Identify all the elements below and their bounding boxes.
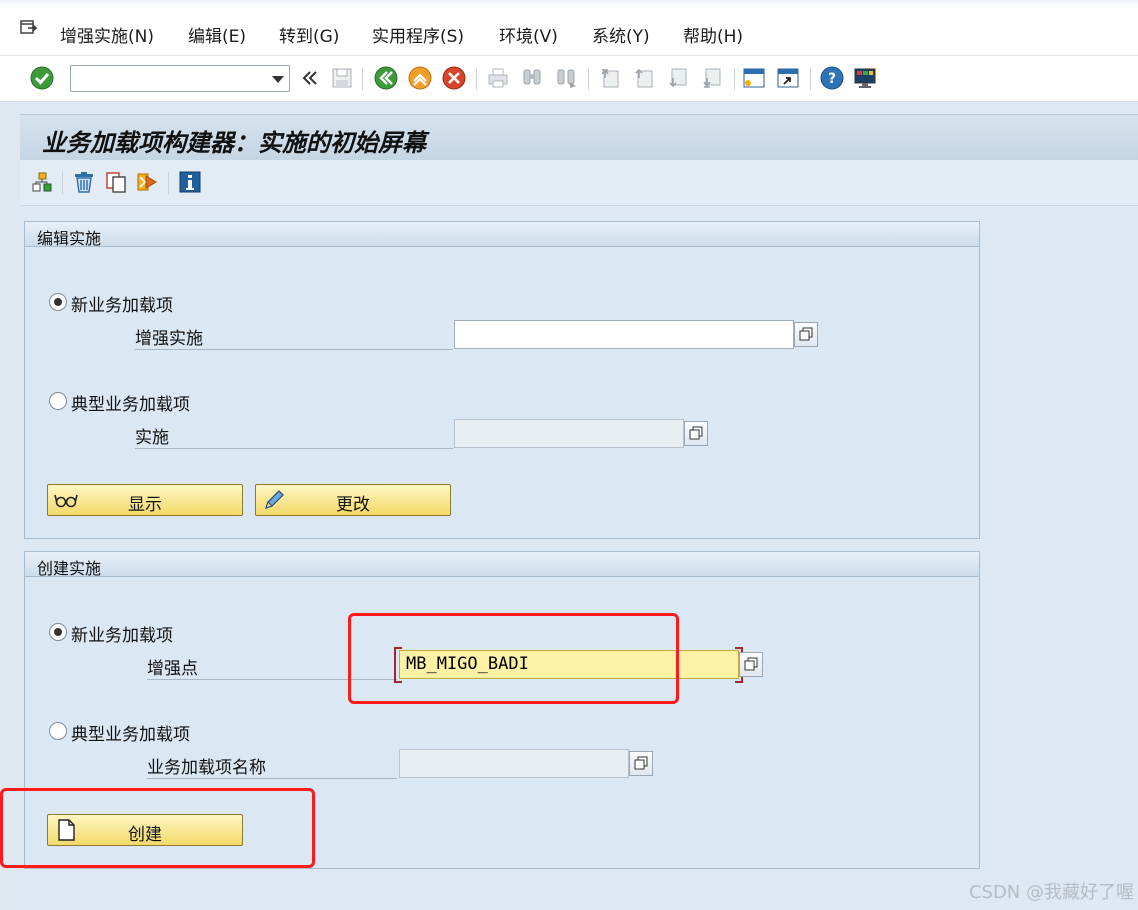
- cancel-icon[interactable]: [442, 66, 466, 90]
- badi-name-label: 业务加载项名称: [147, 751, 397, 779]
- toolbar-separator: [476, 68, 477, 90]
- toolbar-separator: [734, 68, 735, 90]
- value-help-icon: [744, 657, 758, 671]
- highlight-box-enhancement-spot: [348, 613, 679, 704]
- hierarchy-icon[interactable]: [30, 170, 54, 194]
- enhancement-spot-value-help-button[interactable]: [739, 652, 763, 677]
- change-button[interactable]: 更改: [255, 484, 451, 516]
- menu-utilities[interactable]: 实用程序(S): [372, 22, 464, 47]
- command-dropdown-icon[interactable]: [271, 72, 285, 86]
- create-classic-badi-radio[interactable]: [49, 722, 67, 740]
- copy-icon[interactable]: [104, 170, 128, 194]
- application-toolbar: [20, 160, 1138, 206]
- toolbar-separator: [810, 68, 811, 90]
- implementation-label-text: 实施: [135, 428, 169, 448]
- enhancement-spot-label-text: 增强点: [147, 659, 198, 679]
- window-top-edge: [0, 0, 1138, 6]
- toolbar-separator: [62, 172, 63, 194]
- exit-icon[interactable]: [408, 66, 432, 90]
- new-session-icon[interactable]: [742, 66, 766, 90]
- first-page-icon[interactable]: [598, 66, 622, 90]
- group-header: 编辑实施: [25, 222, 979, 248]
- create-classic-badi-radio-label: 典型业务加载项: [71, 725, 190, 745]
- badi-name-value-help-button[interactable]: [629, 751, 653, 776]
- title-bar: 业务加载项构建器：实施的初始屏幕: [20, 114, 1138, 160]
- edit-classic-badi-radio-label: 典型业务加载项: [71, 395, 190, 415]
- back-icon[interactable]: [374, 66, 398, 90]
- menu-environment[interactable]: 环境(V): [499, 22, 558, 47]
- value-help-icon: [634, 756, 648, 770]
- menu-enhancement-implementation[interactable]: 增强实施(N): [60, 22, 154, 47]
- enhancement-implementation-label: 增强实施: [135, 322, 453, 350]
- info-icon[interactable]: [178, 170, 202, 194]
- edit-new-badi-radio-label: 新业务加载项: [71, 296, 173, 316]
- toolbar-separator: [168, 172, 169, 194]
- collapse-icon[interactable]: [298, 66, 322, 90]
- menu-help[interactable]: 帮助(H): [683, 22, 743, 47]
- save-icon[interactable]: [330, 66, 354, 90]
- create-group-title: 创建实施: [37, 559, 102, 578]
- menu-edit[interactable]: 编辑(E): [188, 22, 246, 47]
- edit-implementation-group: 编辑实施 新业务加载项 增强实施 典型业务加载项 实施 显示 更改: [24, 221, 980, 539]
- change-button-label: 更改: [336, 495, 370, 515]
- command-field[interactable]: [70, 65, 290, 92]
- create-new-badi-radio-label: 新业务加载项: [71, 626, 173, 646]
- implementation-label: 实施: [135, 421, 453, 449]
- implementation-input[interactable]: [454, 419, 684, 448]
- menu-goto[interactable]: 转到(G): [279, 22, 339, 47]
- page-title: 业务加载项构建器：实施的初始屏幕: [42, 128, 426, 157]
- badi-name-label-text: 业务加载项名称: [147, 758, 266, 778]
- display-button[interactable]: 显示: [47, 484, 243, 516]
- edit-new-badi-radio[interactable]: [49, 293, 67, 311]
- display-button-label: 显示: [128, 495, 162, 515]
- svg-text:?: ?: [828, 71, 836, 87]
- highlight-box-create-button: [0, 788, 315, 868]
- badi-name-input[interactable]: [399, 749, 629, 778]
- last-page-icon[interactable]: [700, 66, 724, 90]
- watermark: CSDN @我藏好了喔: [968, 882, 1134, 903]
- toolbar-separator: [588, 68, 589, 90]
- next-page-icon[interactable]: [666, 66, 690, 90]
- standard-toolbar: ?: [0, 56, 1138, 102]
- customize-layout-icon[interactable]: [853, 66, 877, 90]
- edit-classic-badi-radio[interactable]: [49, 392, 67, 410]
- enhancement-implementation-input[interactable]: [454, 320, 794, 349]
- shortcut-icon[interactable]: [776, 66, 800, 90]
- print-icon[interactable]: [486, 66, 510, 90]
- help-icon[interactable]: ?: [820, 66, 844, 90]
- delete-icon[interactable]: [72, 170, 96, 194]
- group-header: 创建实施: [25, 552, 979, 578]
- value-help-icon: [799, 327, 813, 341]
- enter-icon[interactable]: [30, 66, 54, 90]
- system-menu-icon[interactable]: [20, 20, 38, 36]
- find-icon[interactable]: [520, 66, 544, 90]
- previous-page-icon[interactable]: [632, 66, 656, 90]
- enhancement-implementation-label-text: 增强实施: [135, 329, 203, 349]
- find-next-icon[interactable]: [554, 66, 578, 90]
- value-help-icon: [689, 426, 703, 440]
- create-new-badi-radio[interactable]: [49, 623, 67, 641]
- toolbar-separator: [362, 68, 363, 90]
- enhancement-implementation-value-help-button[interactable]: [794, 322, 818, 347]
- implementation-value-help-button[interactable]: [684, 421, 708, 446]
- rename-icon[interactable]: [136, 170, 160, 194]
- menu-bar: 增强实施(N) 编辑(E) 转到(G) 实用程序(S) 环境(V) 系统(Y) …: [0, 0, 1138, 56]
- edit-group-title: 编辑实施: [37, 229, 102, 248]
- menu-system[interactable]: 系统(Y): [592, 22, 650, 47]
